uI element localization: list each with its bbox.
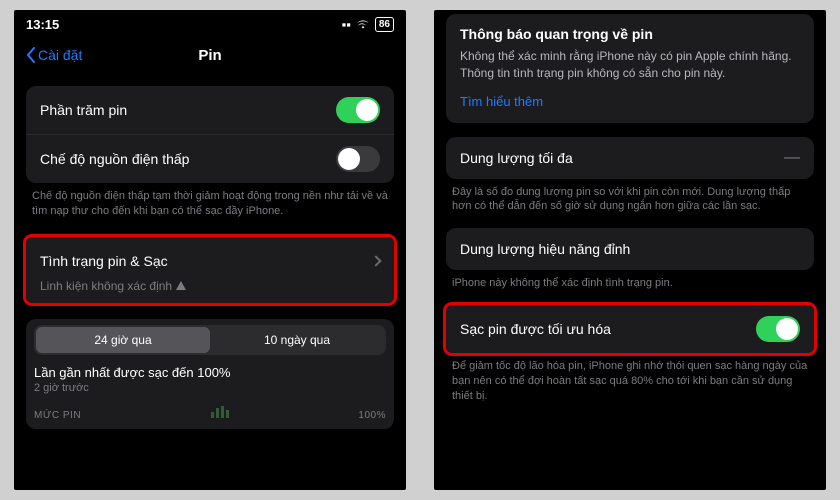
row-label: Phần trăm pin: [40, 102, 127, 118]
optimized-charging-card[interactable]: Sạc pin được tối ưu hóa: [446, 305, 814, 353]
peak-perf-card[interactable]: Dung lượng hiệu năng đỉnh: [446, 228, 814, 270]
back-button[interactable]: Cài đặt: [26, 47, 82, 63]
max-capacity-card[interactable]: Dung lượng tối đa —: [446, 137, 814, 179]
optimized-charging-footnote: Để giảm tốc độ lão hóa pin, iPhone ghi n…: [446, 353, 814, 404]
battery-toggles-card: Phần trăm pin Chế độ nguồn điện thấp: [26, 86, 394, 183]
usage-card: 24 giờ qua 10 ngày qua Lần gần nhất được…: [26, 319, 394, 429]
battery-notice-card: Thông báo quan trọng về pin Không thể xá…: [446, 14, 814, 123]
nav-bar: Cài đặt Pin: [26, 38, 394, 72]
battery-health-sub: Linh kiện không xác định: [26, 279, 394, 303]
warning-icon: [176, 281, 186, 290]
chevron-right-icon: [370, 256, 381, 267]
notice-title: Thông báo quan trọng về pin: [446, 14, 814, 48]
left-screen: 13:15 ▪▪ 86 Cài đặt Pin Phần trăm pin Ch…: [14, 10, 406, 490]
last-charge-sub: 2 giờ trước: [34, 382, 386, 394]
optimized-charging-row[interactable]: Sạc pin được tối ưu hóa: [446, 305, 814, 353]
peak-perf-row[interactable]: Dung lượng hiệu năng đỉnh: [446, 228, 814, 270]
segment-10d[interactable]: 10 ngày qua: [210, 327, 384, 353]
battery-level-section: MỨC PIN 100%: [34, 406, 386, 421]
notice-body: Không thể xác minh rằng iPhone này có pi…: [446, 48, 814, 90]
low-power-footnote: Chế độ nguồn điện thấp tạm thời giảm hoạ…: [26, 183, 394, 219]
status-bar: 13:15 ▪▪ 86: [26, 10, 394, 38]
segment-24h[interactable]: 24 giờ qua: [36, 327, 210, 353]
right-screen: Thông báo quan trọng về pin Không thể xá…: [434, 10, 826, 490]
low-power-toggle[interactable]: [336, 146, 380, 172]
max-capacity-value: —: [784, 149, 800, 167]
status-time: 13:15: [26, 17, 59, 32]
peak-perf-footnote: iPhone này không thể xác định tình trạng…: [446, 270, 814, 291]
time-range-segment[interactable]: 24 giờ qua 10 ngày qua: [34, 325, 386, 355]
battery-icon: 86: [375, 17, 394, 32]
last-charge-label: Lần gần nhất được sạc đến 100%: [34, 365, 386, 380]
wifi-icon: [356, 17, 370, 32]
row-label: Dung lượng tối đa: [460, 150, 573, 166]
battery-percentage-toggle[interactable]: [336, 97, 380, 123]
battery-health-card[interactable]: Tình trạng pin & Sạc Linh kiện không xác…: [26, 237, 394, 303]
max-capacity-row[interactable]: Dung lượng tối đa —: [446, 137, 814, 179]
max-capacity-footnote: Đây là số đo dung lượng pin so với khi p…: [446, 179, 814, 215]
row-label: Chế độ nguồn điện thấp: [40, 151, 189, 167]
optimized-charging-toggle[interactable]: [756, 316, 800, 342]
learn-more-link[interactable]: Tìm hiểu thêm: [446, 90, 814, 123]
row-label: Dung lượng hiệu năng đỉnh: [460, 241, 630, 257]
signal-icon: ▪▪: [342, 17, 351, 32]
battery-health-row[interactable]: Tình trạng pin & Sạc: [26, 237, 394, 279]
battery-percentage-row[interactable]: Phần trăm pin: [26, 86, 394, 134]
low-power-mode-row[interactable]: Chế độ nguồn điện thấp: [26, 134, 394, 183]
row-label: Tình trạng pin & Sạc: [40, 253, 168, 269]
row-label: Sạc pin được tối ưu hóa: [460, 321, 611, 337]
